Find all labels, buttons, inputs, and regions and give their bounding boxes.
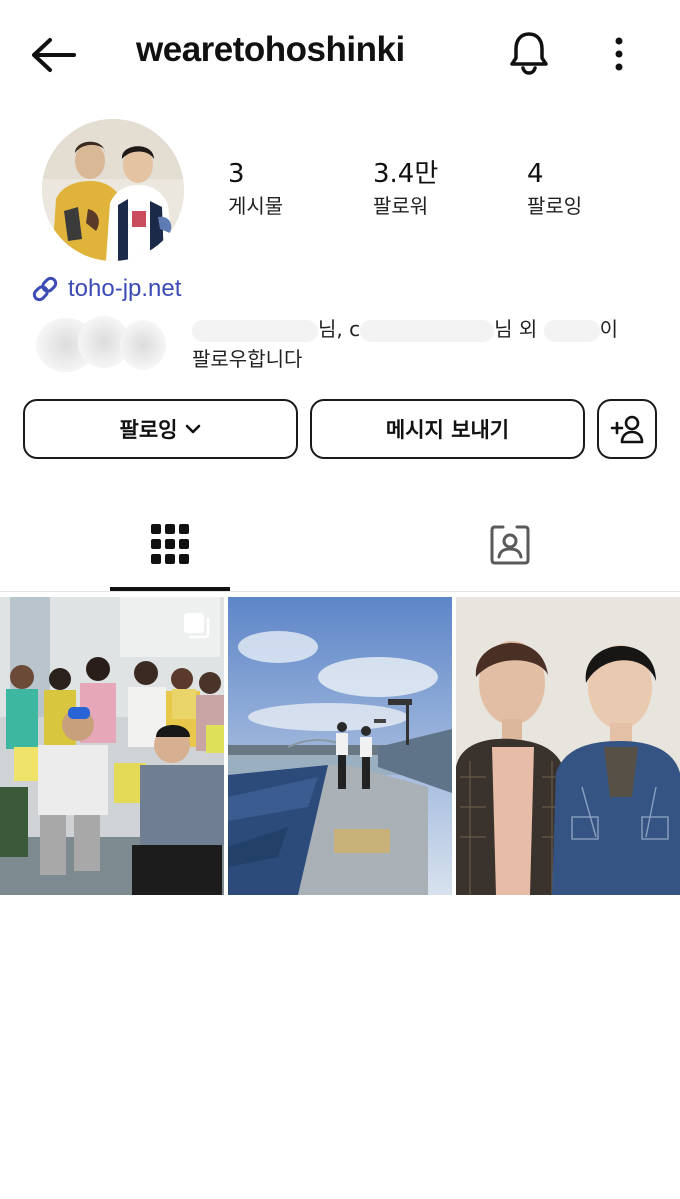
stat-posts[interactable]: 3 게시물 [228, 158, 283, 222]
stat-followers[interactable]: 3.4만 팔로워 [373, 158, 438, 222]
followed-by[interactable]: 님, c 님 외 이 팔로우합니다 [36, 312, 656, 376]
tab-divider [0, 591, 680, 592]
profile-avatar[interactable] [42, 119, 184, 261]
followers-count: 3.4만 [373, 159, 439, 189]
back-button[interactable] [28, 34, 78, 76]
tab-posts-grid[interactable] [110, 510, 230, 592]
post-image-portrait [456, 597, 680, 895]
more-options-button[interactable] [604, 32, 634, 76]
top-bar: wearetohoshinki [0, 0, 680, 110]
post-image-group-photo [0, 597, 224, 895]
profile-actions: 팔로잉 메시지 보내기 [0, 399, 680, 459]
message-button[interactable]: 메시지 보내기 [310, 399, 585, 459]
add-person-icon [610, 415, 644, 444]
followed-by-text: 님, c 님 외 이 팔로우합니다 [192, 314, 652, 374]
avatar-photo [42, 119, 184, 261]
posts-count: 3 [228, 159, 245, 189]
posts-grid [0, 597, 680, 895]
post-thumbnail[interactable] [456, 597, 680, 895]
multiple-photos-icon [184, 613, 210, 639]
followed-by-part4: 이 [599, 317, 619, 341]
post-image-stadium [228, 597, 452, 895]
more-vertical-icon [615, 37, 623, 71]
followed-by-part2: c [349, 317, 361, 341]
grid-icon [151, 524, 189, 564]
following-button[interactable]: 팔로잉 [23, 399, 298, 459]
notifications-button[interactable] [506, 28, 552, 78]
link-icon [32, 276, 58, 302]
profile-link-text: toho-jp.net [68, 275, 182, 302]
tab-tagged[interactable] [450, 510, 570, 592]
tagged-person-icon [490, 525, 530, 565]
followed-by-line2: 팔로우합니다 [192, 347, 303, 371]
message-button-label: 메시지 보내기 [385, 418, 510, 442]
posts-label: 게시물 [228, 194, 284, 218]
followers-label: 팔로워 [373, 194, 429, 218]
profile-username: wearetohoshinki [136, 30, 405, 69]
arrow-left-icon [32, 38, 76, 72]
post-thumbnail[interactable] [0, 597, 224, 895]
followed-by-part1: 님, [318, 317, 350, 341]
suggested-people-button[interactable] [597, 399, 657, 459]
following-label: 팔로잉 [527, 194, 583, 218]
followed-by-part3: 님 외 [494, 317, 544, 341]
bell-icon [510, 32, 548, 75]
following-count: 4 [527, 159, 544, 189]
profile-tabs [0, 510, 680, 592]
profile-link[interactable]: toho-jp.net [30, 274, 181, 304]
following-button-label: 팔로잉 [119, 418, 178, 442]
stat-following[interactable]: 4 팔로잉 [527, 158, 582, 222]
post-thumbnail[interactable] [228, 597, 452, 895]
chevron-down-icon [186, 424, 201, 434]
mutual-follower-avatars [36, 316, 168, 372]
